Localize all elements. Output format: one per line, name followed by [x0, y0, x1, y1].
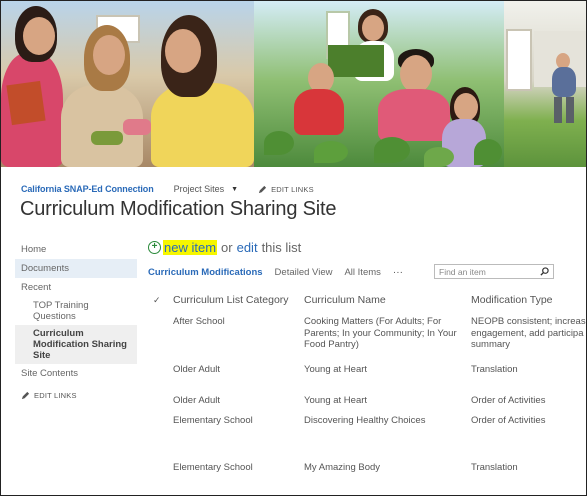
cell-modification: NEOPB consistent; increase engagement, a…	[471, 316, 586, 350]
project-sites-link[interactable]: Project Sites	[174, 184, 225, 194]
sharepoint-page: California SNAP-Ed Connection Project Si…	[0, 0, 587, 496]
nav-recent-item[interactable]: TOP Training Questions	[15, 297, 137, 325]
more-views-button[interactable]: ···	[393, 267, 403, 278]
cell-modification: Order of Activities	[471, 395, 546, 406]
column-header-modification[interactable]: Modification Type	[471, 294, 553, 306]
nav-home[interactable]: Home	[15, 240, 137, 259]
cell-modification: Order of Activities	[471, 415, 546, 426]
list-action-line: + new item or edit this list	[148, 240, 301, 255]
select-all-check-icon[interactable]: ✓	[153, 295, 161, 306]
or-text: or	[221, 240, 233, 255]
cell-name[interactable]: Cooking Matters (For Adults; For Parents…	[304, 316, 457, 351]
page-title: Curriculum Modification Sharing Site	[20, 198, 337, 220]
cell-name[interactable]: Young at Heart	[304, 364, 367, 376]
column-header-category[interactable]: Curriculum List Category	[173, 294, 289, 306]
cell-modification: Translation	[471, 462, 518, 473]
pencil-icon	[258, 185, 267, 193]
cell-category: Older Adult	[173, 395, 220, 406]
top-site-nav: California SNAP-Ed Connection Project Si…	[21, 184, 314, 194]
banner-photo-family-garden	[254, 1, 504, 167]
cell-name[interactable]: My Amazing Body	[304, 462, 380, 474]
search-box	[434, 264, 554, 279]
cell-category: Elementary School	[173, 462, 253, 473]
banner-photo-students	[1, 1, 254, 167]
search-input[interactable]	[435, 265, 535, 278]
cell-modification: Translation	[471, 364, 518, 375]
site-name-link[interactable]: California SNAP-Ed Connection	[21, 184, 154, 194]
search-icon[interactable]	[540, 267, 549, 276]
edit-links-left-label: EDIT LINKS	[34, 391, 77, 400]
cell-category: After School	[173, 316, 225, 327]
cell-name[interactable]: Discovering Healthy Choices	[304, 415, 425, 427]
cell-category: Older Adult	[173, 364, 220, 375]
nav-site-contents[interactable]: Site Contents	[15, 364, 137, 383]
tab-all-items[interactable]: All Items	[344, 267, 380, 278]
edit-links-left-button[interactable]: EDIT LINKS	[15, 383, 137, 408]
column-header-name[interactable]: Curriculum Name	[304, 294, 386, 306]
cell-name[interactable]: Young at Heart	[304, 395, 367, 407]
plus-circle-icon[interactable]: +	[148, 241, 161, 254]
edit-links-top-label: EDIT LINKS	[271, 184, 314, 194]
nav-recent[interactable]: Recent	[15, 278, 137, 297]
banner-image	[1, 1, 586, 167]
new-item-link[interactable]: new item	[163, 240, 218, 255]
nav-documents[interactable]: Documents	[15, 259, 137, 278]
cell-category: Elementary School	[173, 415, 253, 426]
nav-recent-item-current[interactable]: Curriculum Modification Sharing Site	[15, 325, 137, 364]
view-tabs: Curriculum Modifications Detailed View A…	[148, 267, 403, 278]
pencil-icon	[21, 391, 30, 400]
caret-down-icon[interactable]: ▼	[231, 186, 238, 193]
tab-detailed-view[interactable]: Detailed View	[275, 267, 333, 278]
this-list-text: this list	[261, 240, 302, 255]
banner-photo-boy-yard	[504, 1, 586, 167]
tab-curriculum-modifications[interactable]: Curriculum Modifications	[148, 267, 263, 278]
edit-links-top-button[interactable]: EDIT LINKS	[258, 185, 314, 194]
edit-list-link[interactable]: edit	[237, 240, 258, 255]
left-navigation: Home Documents Recent TOP Training Quest…	[15, 240, 137, 408]
